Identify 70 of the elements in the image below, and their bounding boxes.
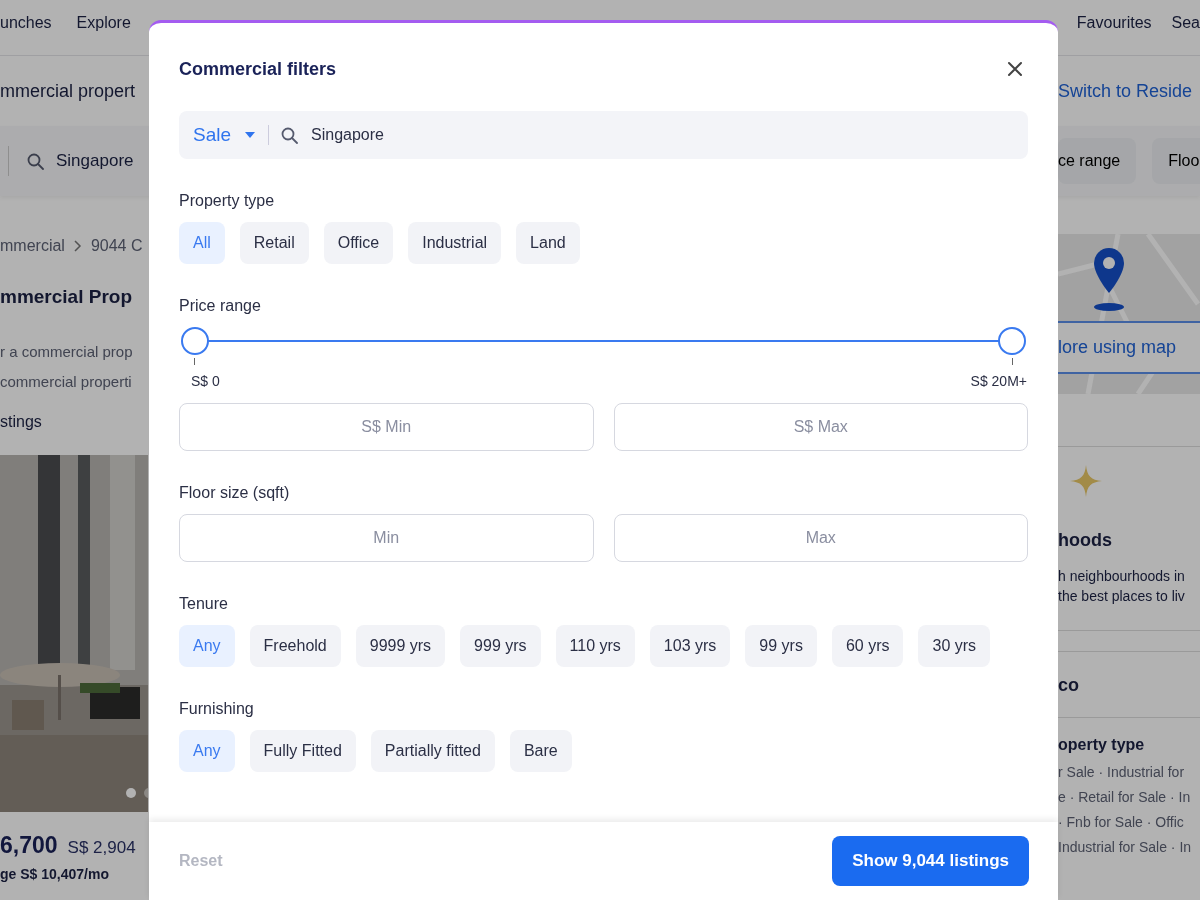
filter-chip[interactable]: ce range xyxy=(1058,138,1137,184)
search-icon xyxy=(27,152,44,170)
section-label: Tenure xyxy=(179,594,229,614)
slider-handle[interactable] xyxy=(181,327,209,355)
link-list-text[interactable]: Industrial for Sale · In xyxy=(1058,835,1200,860)
search-icon xyxy=(281,126,299,144)
filter-chip[interactable]: 9999 yrs xyxy=(355,625,446,667)
switch-link[interactable]: Switch to Reside xyxy=(1058,77,1200,105)
listing-count: stings xyxy=(0,412,43,432)
map-button[interactable]: lore using map xyxy=(1058,321,1200,374)
filter-chip[interactable]: 60 yrs xyxy=(831,625,904,667)
filter-chip[interactable]: Land xyxy=(516,222,580,264)
search-field[interactable]: Sale Singapore xyxy=(179,111,1028,159)
filter-chip[interactable]: 30 yrs xyxy=(918,625,991,667)
nav-link[interactable]: unches xyxy=(0,11,52,35)
filter-chip[interactable]: Industrial xyxy=(408,222,502,264)
nav-link[interactable]: Explore xyxy=(76,11,131,35)
filter-chip[interactable]: 110 yrs xyxy=(555,625,635,667)
filter-chip[interactable]: All xyxy=(179,222,225,264)
input-field[interactable]: S$ Max xyxy=(613,403,1028,451)
section-label: Price range xyxy=(179,296,262,316)
link-list-text[interactable]: e · Retail for Sale · In xyxy=(1058,785,1200,810)
range-max-label: S$ 20M+ xyxy=(970,372,1027,391)
section-label: Furnishing xyxy=(179,699,255,719)
breadcrumb-link[interactable]: mmercial xyxy=(0,234,65,258)
carousel-dot[interactable] xyxy=(126,788,136,798)
mortgage-text: ge S$ 10,407/mo xyxy=(0,865,110,884)
location-pin-icon xyxy=(1092,246,1126,312)
filter-chip[interactable]: Retail xyxy=(239,222,309,264)
breadcrumb-item: 9044 C xyxy=(90,236,143,256)
page-title: mmercial propert xyxy=(0,79,136,103)
slider-handle[interactable] xyxy=(998,327,1026,355)
dialog-title: Commercial filters xyxy=(179,57,337,81)
filter-chip[interactable]: 99 yrs xyxy=(745,625,817,667)
chevron-icon xyxy=(72,240,83,252)
link-list-text[interactable]: r Sale · Industrial for xyxy=(1058,760,1200,785)
filter-chip[interactable]: Partially fitted xyxy=(370,730,495,772)
nav-link[interactable]: Favourites xyxy=(1076,11,1152,35)
filter-chip[interactable]: Any xyxy=(179,730,235,772)
page-heading: mmercial Prop xyxy=(0,285,133,309)
section-title: operty type xyxy=(1058,735,1146,755)
search-location[interactable]: Singapore xyxy=(56,148,134,174)
input-field[interactable]: Max xyxy=(613,514,1028,562)
caret-icon xyxy=(244,131,257,139)
section-title: hoods xyxy=(1058,529,1113,552)
description-text: the best places to liv xyxy=(1058,587,1186,606)
description-text: r a commercial prop xyxy=(0,342,134,362)
description-text: commercial properti xyxy=(0,372,133,392)
filter-chip[interactable]: Any xyxy=(179,625,235,667)
show-listings-button[interactable]: Show 9,044 listings xyxy=(832,836,1029,886)
nav-link[interactable]: Sea xyxy=(1171,11,1200,35)
close-icon xyxy=(1007,61,1023,77)
filter-chip[interactable]: 103 yrs xyxy=(649,625,731,667)
description-text: h neighbourhoods in xyxy=(1058,567,1186,586)
listing-price: 6,700 xyxy=(0,831,58,860)
filter-chip[interactable]: Floo xyxy=(1152,138,1200,184)
range-min-label: S$ 0 xyxy=(191,372,220,391)
section-label: Property type xyxy=(179,191,276,211)
filter-chip[interactable]: Fully Fitted xyxy=(249,730,356,772)
filter-chip[interactable]: Freehold xyxy=(249,625,341,667)
filter-chip[interactable]: 999 yrs xyxy=(460,625,541,667)
section-label: Floor size (sqft) xyxy=(179,483,291,503)
input-field[interactable]: Min xyxy=(179,514,594,562)
link-list-text[interactable]: · Fnb for Sale · Offic xyxy=(1058,810,1200,835)
filter-chip[interactable]: Office xyxy=(323,222,394,264)
price-per-sqft: S$ 2,904 xyxy=(67,837,136,859)
filter-chip[interactable]: Bare xyxy=(509,730,572,772)
section-title: co xyxy=(1058,674,1080,697)
listing-type-dropdown[interactable]: Sale xyxy=(193,120,257,150)
input-field[interactable]: S$ Min xyxy=(179,403,594,451)
